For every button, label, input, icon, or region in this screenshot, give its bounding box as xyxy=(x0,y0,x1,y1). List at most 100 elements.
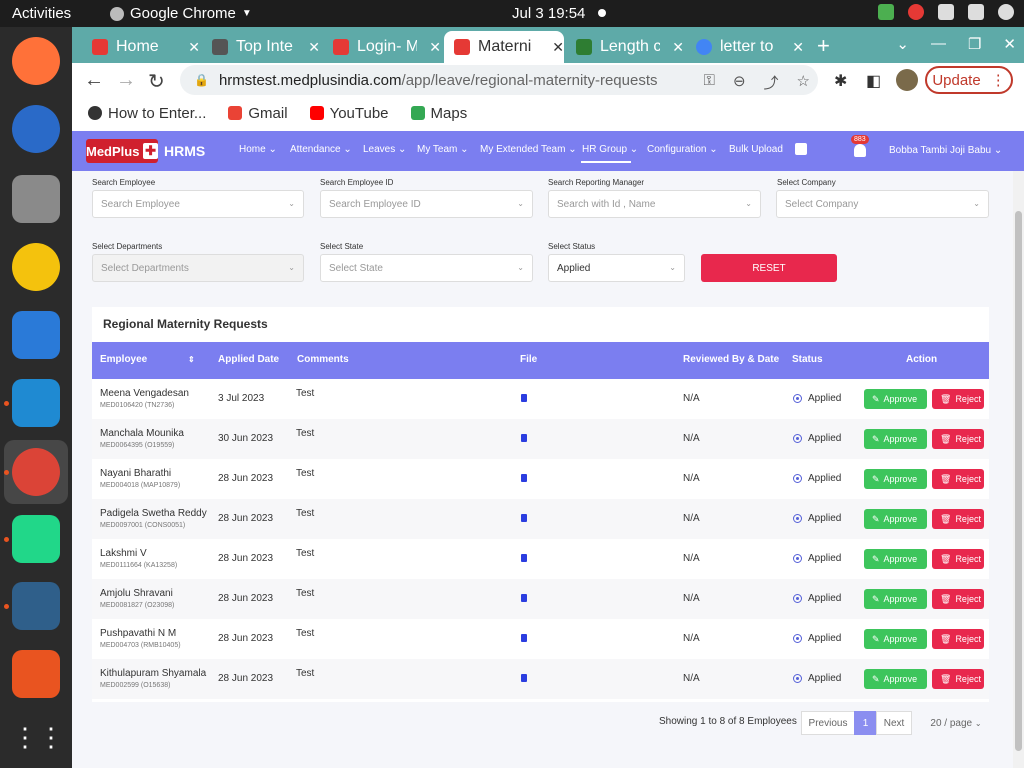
firefox-icon[interactable] xyxy=(12,37,60,85)
software-center-icon[interactable] xyxy=(12,650,60,698)
reload-icon[interactable]: ↻ xyxy=(148,69,165,94)
company-select[interactable]: Select Company ⌄ xyxy=(776,190,989,218)
vscode-icon[interactable] xyxy=(12,379,60,427)
forward-icon[interactable]: → xyxy=(116,69,136,92)
search-employee-id-input[interactable]: Search Employee ID ⌄ xyxy=(320,190,533,218)
libreoffice-writer-icon[interactable] xyxy=(12,311,60,359)
address-bar[interactable]: 🔒 hrmstest.medplusindia.com/app/leave/re… xyxy=(180,65,818,95)
search-employee-input[interactable]: Search Employee ⌄ xyxy=(92,190,304,218)
reject-button[interactable]: 🗑 Reject xyxy=(932,629,984,649)
approve-button[interactable]: ✎ Approve xyxy=(864,429,927,449)
lock-icon[interactable]: 🔒 xyxy=(194,73,209,87)
profile-avatar[interactable] xyxy=(896,69,918,91)
tab-home[interactable]: Home ✕ xyxy=(82,31,200,63)
update-button[interactable]: Update ⋮ xyxy=(925,66,1013,94)
more-dropdown-icon[interactable] xyxy=(795,143,807,155)
reject-button[interactable]: 🗑 Reject xyxy=(932,549,984,569)
nav-home[interactable]: Home ⌄ xyxy=(239,144,277,155)
user-menu[interactable]: Bobba Tambi Joji Babu ⌄ xyxy=(889,145,1002,156)
reject-button[interactable]: 🗑 Reject xyxy=(932,509,984,529)
key-icon[interactable]: ⚿ xyxy=(704,72,715,93)
file-icon[interactable] xyxy=(521,634,527,642)
bookmark-youtube[interactable]: YouTube xyxy=(309,105,389,122)
approve-button[interactable]: ✎ Approve xyxy=(864,629,927,649)
tab-top-inte[interactable]: Top Inte ✕ xyxy=(202,31,320,63)
file-icon[interactable] xyxy=(521,594,527,602)
file-icon[interactable] xyxy=(521,434,527,442)
col-employee[interactable]: Employee ⇕ xyxy=(100,354,195,365)
tab-length[interactable]: Length c ✕ xyxy=(566,31,684,63)
tab-maternity[interactable]: Materni ✕ xyxy=(444,31,564,63)
reject-button[interactable]: 🗑 Reject xyxy=(932,469,984,489)
file-icon[interactable] xyxy=(521,554,527,562)
close-icon[interactable]: ✕ xyxy=(672,39,684,56)
page-1-button[interactable]: 1 xyxy=(854,711,877,735)
nav-bulk-upload[interactable]: Bulk Upload xyxy=(729,144,783,155)
page-size-select[interactable]: 20 / page ⌄ xyxy=(923,711,989,735)
reset-button[interactable]: RESET xyxy=(701,254,837,282)
bookmark-maps[interactable]: Maps xyxy=(410,105,467,122)
nav-leaves[interactable]: Leaves ⌄ xyxy=(363,144,406,155)
show-apps-icon[interactable]: ⋮⋮ xyxy=(12,713,64,761)
state-select[interactable]: Select State ⌄ xyxy=(320,254,533,282)
share-icon[interactable]: ⤴ xyxy=(764,72,779,93)
close-window-icon[interactable]: ✕ xyxy=(1003,35,1016,53)
bell-icon[interactable] xyxy=(854,144,866,157)
minimize-icon[interactable]: — xyxy=(931,35,946,53)
departments-select[interactable]: Select Departments ⌄ xyxy=(92,254,304,282)
pycharm-icon[interactable] xyxy=(12,515,60,563)
nav-attendance[interactable]: Attendance ⌄ xyxy=(290,144,352,155)
power-icon[interactable] xyxy=(998,4,1014,20)
next-page-button[interactable]: Next xyxy=(876,711,912,735)
close-icon[interactable]: ✕ xyxy=(429,39,441,56)
file-icon[interactable] xyxy=(521,394,527,402)
nav-my-team[interactable]: My Team ⌄ xyxy=(417,144,469,155)
chrome-icon[interactable] xyxy=(12,448,60,496)
back-icon[interactable]: ← xyxy=(84,69,104,92)
mysql-workbench-icon[interactable] xyxy=(12,582,60,630)
new-tab-icon[interactable]: + xyxy=(817,33,830,59)
maximize-icon[interactable]: ❐ xyxy=(968,35,981,53)
file-icon[interactable] xyxy=(521,514,527,522)
files-icon[interactable] xyxy=(12,175,60,223)
side-panel-icon[interactable]: ◧ xyxy=(866,71,881,91)
rhythmbox-icon[interactable] xyxy=(12,243,60,291)
reject-button[interactable]: 🗑 Reject xyxy=(932,589,984,609)
nav-configuration[interactable]: Configuration ⌄ xyxy=(647,144,718,155)
do-not-disturb-icon[interactable] xyxy=(908,4,924,20)
bookmark-how-to-enter[interactable]: How to Enter... xyxy=(88,105,206,122)
bookmark-gmail[interactable]: Gmail xyxy=(228,105,288,122)
status-select[interactable]: Applied ⌄ xyxy=(548,254,685,282)
close-icon[interactable]: ✕ xyxy=(552,39,564,56)
close-icon[interactable]: ✕ xyxy=(188,39,200,56)
file-icon[interactable] xyxy=(521,474,527,482)
tab-search-icon[interactable]: ⌄ xyxy=(896,35,909,53)
approve-button[interactable]: ✎ Approve xyxy=(864,469,927,489)
page-scrollbar[interactable] xyxy=(1013,171,1024,768)
app-menu[interactable]: Google Chrome ▼ xyxy=(110,5,252,22)
previous-page-button[interactable]: Previous xyxy=(801,711,855,735)
clock[interactable]: Jul 3 19:54 xyxy=(512,5,585,22)
medplus-logo[interactable]: MedPlus ✚ xyxy=(86,139,158,163)
tab-login[interactable]: Login- M ✕ xyxy=(323,31,441,63)
approve-button[interactable]: ✎ Approve xyxy=(864,549,927,569)
search-manager-input[interactable]: Search with Id , Name ⌄ xyxy=(548,190,761,218)
system-tray[interactable] xyxy=(878,4,1014,20)
close-icon[interactable]: ✕ xyxy=(308,39,320,56)
extensions-icon[interactable]: ✱ xyxy=(834,71,847,91)
reject-button[interactable]: 🗑 Reject xyxy=(932,429,984,449)
close-icon[interactable]: ✕ xyxy=(792,39,804,56)
scrollbar-thumb[interactable] xyxy=(1015,211,1022,751)
tab-letter[interactable]: letter to ✕ xyxy=(686,31,804,63)
volume-icon[interactable] xyxy=(968,4,984,20)
nav-my-extended-team[interactable]: My Extended Team ⌄ xyxy=(480,144,577,155)
approve-button[interactable]: ✎ Approve xyxy=(864,509,927,529)
file-icon[interactable] xyxy=(521,674,527,682)
approve-button[interactable]: ✎ Approve xyxy=(864,589,927,609)
thunderbird-icon[interactable] xyxy=(12,105,60,153)
approve-button[interactable]: ✎ Approve xyxy=(864,669,927,689)
update-shield-icon[interactable] xyxy=(878,4,894,20)
activities-button[interactable]: Activities xyxy=(12,5,71,22)
network-icon[interactable] xyxy=(938,4,954,20)
bookmark-star-icon[interactable]: ☆ xyxy=(797,72,810,93)
